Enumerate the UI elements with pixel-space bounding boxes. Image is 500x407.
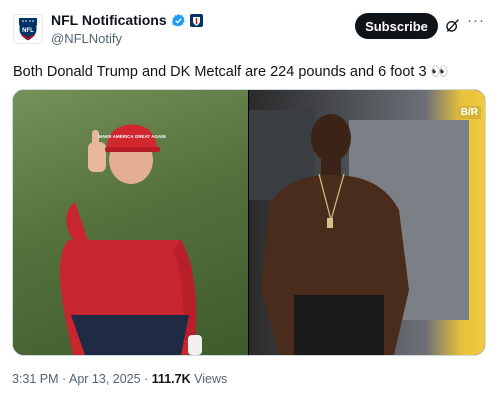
author-name-row: NFL Notifications: [51, 12, 203, 28]
affiliation-badge-icon: [189, 13, 203, 27]
metcalf-illustration: [248, 110, 469, 355]
more-options-icon[interactable]: ···: [466, 13, 486, 33]
grok-icon[interactable]: [444, 17, 461, 34]
verified-badge-icon: [171, 13, 185, 26]
tweet-time[interactable]: 3:31 PM: [12, 372, 59, 386]
nfl-shield-avatar[interactable]: NFL: [13, 14, 43, 44]
trump-photo[interactable]: MAKE AMERICA GREAT AGAIN: [13, 90, 248, 355]
meta-separator: ·: [140, 372, 152, 386]
tweet-header: NFL NFL Notifications @NFLNotify Subscri…: [0, 0, 500, 56]
display-name[interactable]: NFL Notifications: [51, 12, 167, 28]
watermark: B/R: [457, 106, 481, 119]
views-label: Views: [190, 372, 228, 386]
meta-separator: ·: [58, 372, 69, 386]
hat-text: MAKE AMERICA GREAT AGAIN: [98, 134, 165, 139]
tweet-meta: 3:31 PM · Apr 13, 2025 · 111.7K Views: [12, 372, 227, 386]
tweet-date[interactable]: Apr 13, 2025: [69, 372, 141, 386]
metcalf-photo[interactable]: B/R: [248, 90, 485, 355]
subscribe-button[interactable]: Subscribe: [355, 13, 438, 39]
views-count: 111.7K: [151, 372, 191, 386]
trump-illustration: MAKE AMERICA GREAT AGAIN: [59, 124, 202, 355]
tweet-media[interactable]: MAKE AMERICA GREAT AGAIN B/R: [12, 89, 486, 356]
author-handle[interactable]: @NFLNotify: [51, 31, 122, 46]
tweet-text: Both Donald Trump and DK Metcalf are 224…: [13, 64, 449, 80]
svg-text:NFL: NFL: [22, 28, 34, 34]
